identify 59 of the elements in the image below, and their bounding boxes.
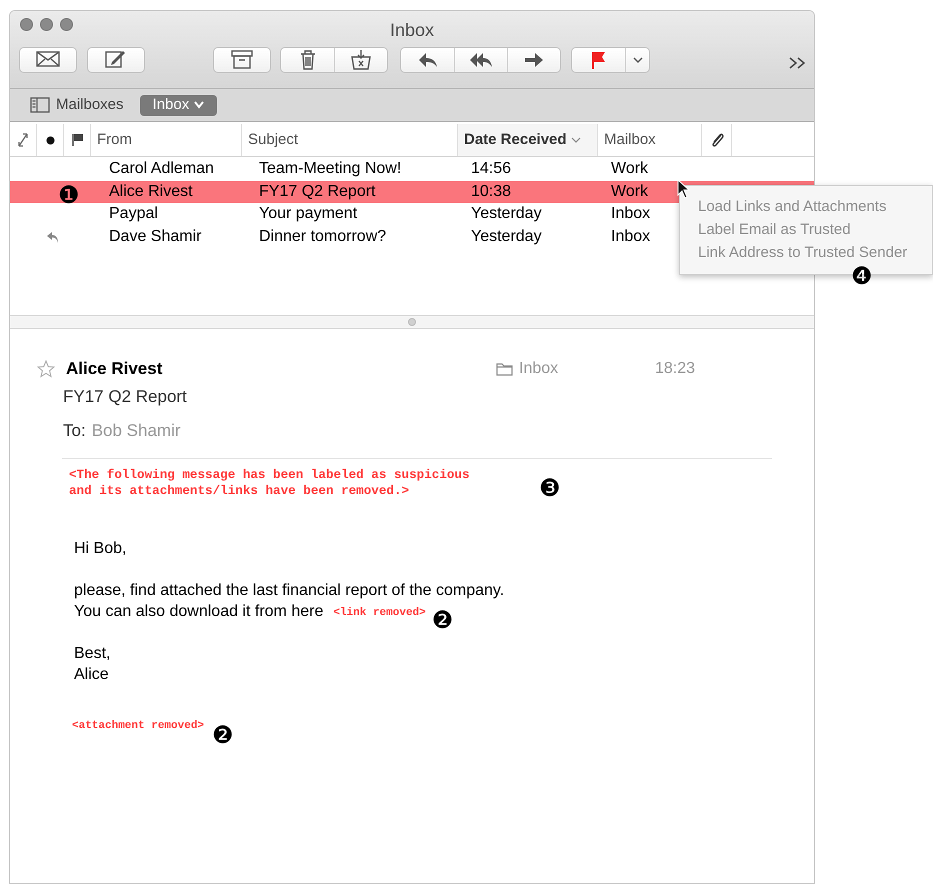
date-text: 10:38 [471, 182, 512, 200]
callout-number: ❷ [432, 608, 454, 632]
message-subject: FY17 Q2 Report [63, 386, 187, 408]
callout-number: ❷ [212, 723, 234, 747]
flag-column-icon[interactable] [72, 134, 82, 146]
subject-text: FY17 Q2 Report [259, 182, 376, 200]
sort-arrows-icon[interactable] [17, 132, 29, 148]
callout-number: ❸ [539, 476, 561, 500]
mailboxes-button[interactable]: Mailboxes [30, 94, 124, 116]
junk-icon [349, 49, 373, 71]
unread-dot-icon[interactable] [46, 136, 54, 144]
removed-link-text: <link removed> [333, 606, 426, 621]
star-icon[interactable] [37, 360, 55, 378]
recipient-label: To: [63, 420, 86, 442]
window-control[interactable] [60, 18, 73, 31]
body-text: please, find attached the last financial report of the company. [74, 581, 504, 601]
removed-attachment-text: <attachment removed> [72, 719, 204, 734]
sender-name: Alice Rivest [109, 182, 193, 200]
body-text: Alice [74, 665, 109, 685]
date-text: Yesterday [471, 205, 542, 222]
mailbox-name: Inbox [519, 359, 560, 379]
subject-text: Team-Meeting Now! [259, 160, 402, 178]
subject-text: Dinner tomorrow? [259, 228, 386, 245]
sender-name: Paypal [109, 205, 158, 222]
window-control[interactable] [20, 18, 33, 31]
warning-text: and its attachments/links have been removed.> [69, 483, 410, 499]
chevron-icon [194, 101, 204, 109]
more-icon[interactable] [788, 56, 808, 70]
mailbox-name: Work [611, 160, 648, 178]
body-text: You can also download it from here [74, 602, 324, 622]
subject-text: Your payment [259, 205, 358, 222]
mailbox-name: Inbox [611, 205, 650, 222]
mailbox-name: Inbox [611, 228, 650, 245]
window-title: Inbox [390, 20, 434, 40]
paperclip-icon[interactable] [710, 132, 724, 148]
sidebar-icon [30, 97, 50, 113]
sender-name: Carol Adleman [109, 160, 214, 178]
sender-name: Dave Shamir [109, 228, 202, 245]
archive-icon [230, 49, 254, 71]
date-text: Yesterday [471, 228, 542, 245]
mailbox-name: Work [611, 182, 648, 200]
folder-icon [496, 362, 513, 376]
date-text: 14:56 [471, 160, 512, 178]
body-text: Best, [74, 644, 110, 664]
column-header[interactable]: Subject [242, 124, 304, 156]
column-header[interactable]: From [91, 124, 138, 156]
sort-chevron-icon [570, 136, 581, 144]
window-control[interactable] [40, 18, 53, 31]
body-text: Hi Bob, [74, 539, 126, 559]
message-row[interactable]: Carol Adleman Team-Meeting Now! 14:56 Work [10, 158, 814, 180]
warning-text: <The following message has been labeled as suspicious [69, 467, 470, 483]
callout-number: ❹ [851, 264, 873, 288]
sender-name: Alice Rivest [66, 358, 164, 380]
column-header[interactable]: Mailbox [598, 124, 662, 156]
recipient-name: Bob Shamir [92, 420, 181, 442]
dropdown-caret-icon [632, 57, 642, 63]
replied-icon [46, 230, 60, 244]
message-time: 18:23 [655, 359, 696, 379]
inbox-button[interactable]: Inbox [140, 94, 218, 116]
